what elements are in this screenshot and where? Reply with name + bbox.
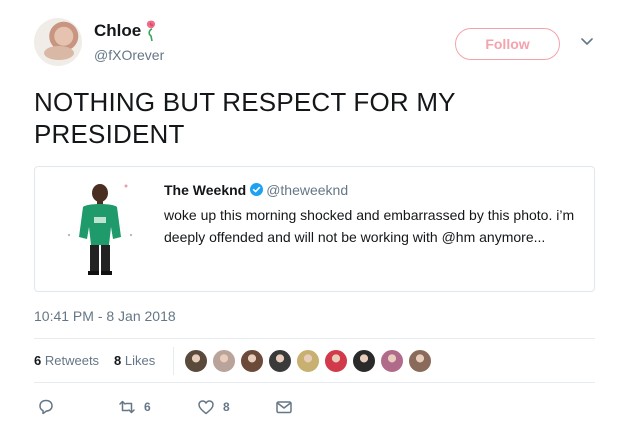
likes-stat[interactable]: 8 Likes xyxy=(114,353,155,368)
reply-icon xyxy=(39,399,53,415)
liker-avatar[interactable] xyxy=(268,349,292,373)
liker-avatar[interactable] xyxy=(352,349,376,373)
author-name[interactable]: Chloe xyxy=(94,21,141,41)
chevron-down-icon[interactable] xyxy=(581,38,593,46)
liker-avatar[interactable] xyxy=(212,349,236,373)
quoted-tweet[interactable]: The Weeknd @theweeknd woke up this morni… xyxy=(34,166,595,292)
liker-avatar[interactable] xyxy=(296,349,320,373)
retweet-icon xyxy=(119,400,135,414)
avatar[interactable] xyxy=(34,18,82,66)
rose-icon xyxy=(146,20,155,42)
quoted-photo xyxy=(65,179,135,277)
tweet-stats: 6 Retweets 8 Likes xyxy=(34,339,595,381)
tweet-header: Chloe @fXOrever Follow xyxy=(34,16,604,72)
likes-count: 8 xyxy=(114,353,122,368)
quoted-text: woke up this morning shocked and embarra… xyxy=(164,207,575,245)
like-count: 8 xyxy=(223,400,230,414)
heart-icon xyxy=(198,400,214,415)
liker-avatar[interactable] xyxy=(380,349,404,373)
envelope-icon xyxy=(276,401,292,414)
tweet-actions: 6 8 xyxy=(34,398,595,418)
liker-avatar[interactable] xyxy=(184,349,208,373)
divider xyxy=(34,382,595,383)
direct-message-button[interactable] xyxy=(275,398,293,416)
follow-button[interactable]: Follow xyxy=(455,28,560,60)
verified-badge-icon xyxy=(250,183,264,196)
liker-avatar[interactable] xyxy=(408,349,432,373)
author-handle[interactable]: @fXOrever xyxy=(94,47,164,63)
stats-separator xyxy=(173,347,174,375)
quoted-author-handle: @theweeknd xyxy=(266,182,349,198)
reply-button[interactable] xyxy=(37,398,55,416)
liker-avatar[interactable] xyxy=(324,349,348,373)
retweet-count: 6 xyxy=(144,400,151,414)
retweet-button[interactable]: 6 xyxy=(118,398,151,416)
retweets-count: 6 xyxy=(34,353,42,368)
liker-avatar[interactable] xyxy=(240,349,264,373)
quoted-author-name: The Weeknd xyxy=(164,182,247,198)
retweets-label: Retweets xyxy=(44,353,100,368)
likes-label: Likes xyxy=(124,353,156,368)
like-button[interactable]: 8 xyxy=(197,398,230,416)
quoted-header: The Weeknd @theweeknd xyxy=(164,182,348,198)
tweet-text: NOTHING BUT RESPECT FOR MY PRESIDENT xyxy=(34,87,456,149)
retweets-stat[interactable]: 6 Retweets xyxy=(34,353,99,368)
tweet-timestamp[interactable]: 10:41 PM - 8 Jan 2018 xyxy=(34,308,176,324)
